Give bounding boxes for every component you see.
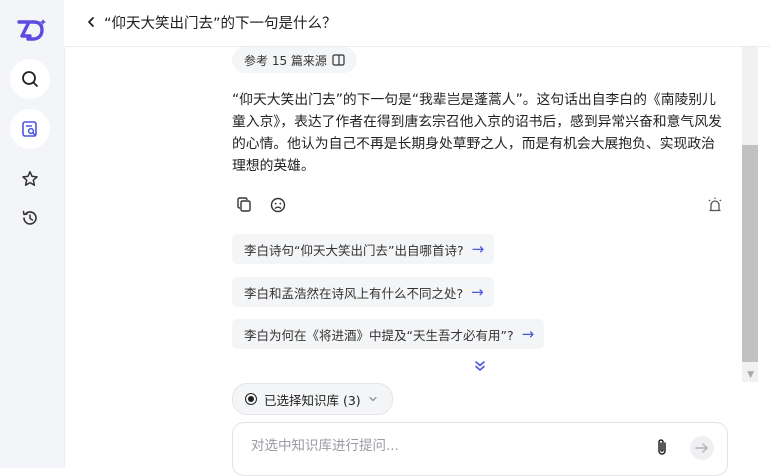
panel-icon [332,54,345,66]
radio-selected-icon [245,393,257,405]
chevron-left-icon [88,17,94,27]
arrow-right-icon [695,443,708,453]
send-button[interactable] [690,436,714,460]
suggestion-question[interactable]: 李白为何在《将进酒》中提及“天生吾才必有用”? → [232,319,545,349]
app-logo[interactable] [17,18,47,44]
answer-text: “仰天大笑出门去”的下一句是“我辈岂是蓬蒿人”。这句话出自李白的《南陵别儿童入京… [232,92,722,174]
arrow-right-icon: → [521,325,535,343]
star-icon [22,171,38,186]
history-icon [22,210,37,225]
page-title: “仰天大笑出门去”的下一句是什么？ [104,16,337,32]
knowledge-base-label: 已选择知识库 (3) [264,392,361,408]
sidebar-item-favorites[interactable] [20,169,40,189]
arrow-right-icon: → [471,283,484,301]
search-icon [22,71,38,87]
knowledge-base-selector[interactable]: 已选择知识库 (3) [232,383,393,415]
scroll-down-arrow-icon[interactable]: ▼ [747,370,754,380]
sidebar-item-search[interactable] [10,59,50,99]
sidebar-item-history[interactable] [20,208,40,228]
suggestion-text: 李白和孟浩然在诗风上有什么不同之处? [244,285,464,301]
copy-icon[interactable] [236,196,254,214]
report-alarm-icon[interactable] [706,196,724,214]
sources-label: 参考 15 篇来源 [244,53,327,68]
scrollbar-thumb[interactable] [742,145,758,362]
back-button[interactable] [86,14,100,30]
sources-button[interactable]: 参考 15 篇来源 [232,47,357,73]
arrow-right-icon: → [471,240,485,258]
paperclip-icon[interactable] [653,437,671,457]
suggestion-question[interactable]: 李白和孟浩然在诗风上有什么不同之处? → [232,277,494,307]
dislike-face-icon[interactable] [269,196,287,214]
sidebar-item-knowledge-search[interactable] [10,109,50,149]
suggestion-text: 李白诗句“仰天大笑出门去”出自哪首诗? [244,242,464,258]
doc-search-icon [22,121,37,137]
question-input[interactable] [249,437,633,455]
suggestion-text: 李白为何在《将进酒》中提及“天生吾才必有用”? [244,327,514,343]
header: “仰天大笑出门去”的下一句是什么？ [64,0,770,47]
expand-more-icon[interactable] [473,359,487,373]
conversation-area: 参考 15 篇来源 “仰天大笑出门去”的下一句是“我辈岂是蓬蒿人”。这句话出自李… [64,47,770,468]
chevron-down-icon [369,396,377,402]
sidebar [0,0,65,468]
suggestion-question[interactable]: 李白诗句“仰天大笑出门去”出自哪首诗? → [232,234,495,264]
